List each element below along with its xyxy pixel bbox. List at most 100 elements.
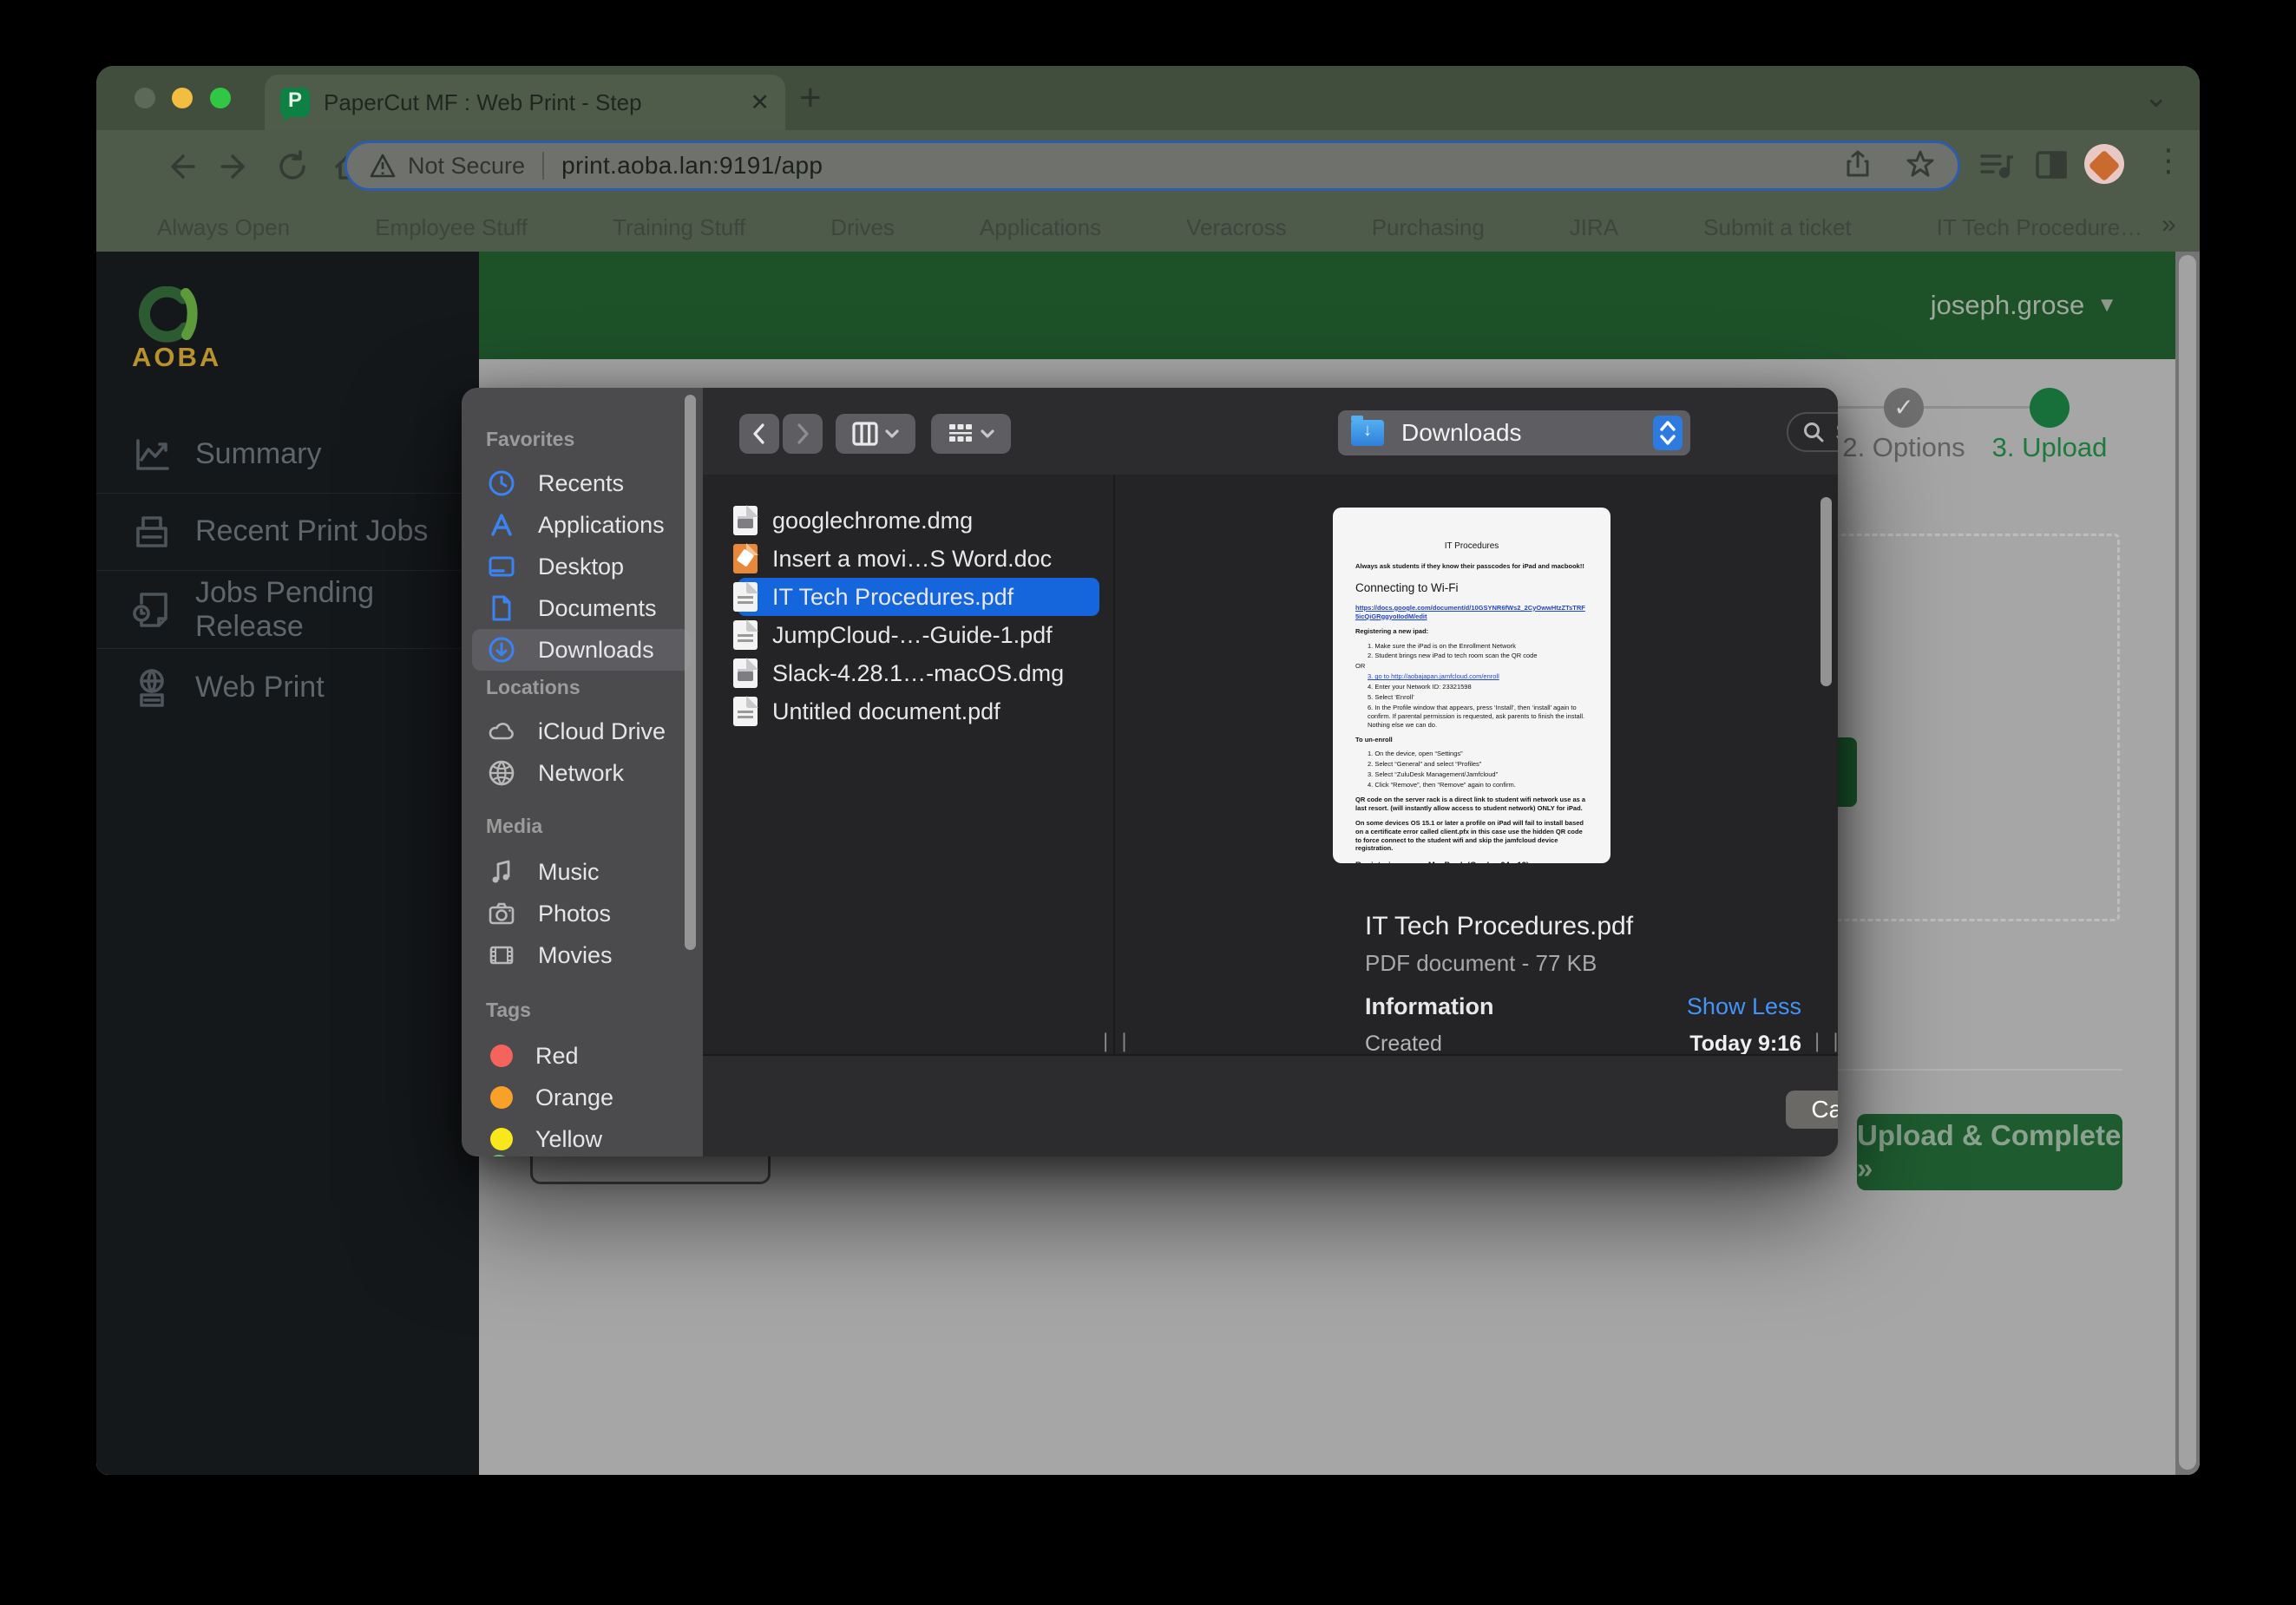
browser-menu-icon[interactable]: ⋮ (2153, 142, 2184, 179)
back-button[interactable] (162, 149, 197, 184)
pdf-line: 1. Make sure the iPad is on the Enrollme… (1368, 642, 1588, 651)
not-secure-label[interactable]: Not Secure (408, 153, 525, 180)
sidebar-item-applications[interactable]: Applications (472, 504, 691, 546)
location-label: Downloads (1401, 419, 1522, 447)
sidebar-item-tag-yellow[interactable]: Yellow (472, 1118, 691, 1156)
dialog-sidebar-scrollbar[interactable] (685, 395, 696, 950)
orange-tag-icon (490, 1086, 513, 1109)
file-row[interactable]: Slack-4.28.1…-macOS.dmg (703, 654, 1113, 692)
reload-button[interactable] (275, 149, 310, 184)
location-stepper-icon[interactable] (1653, 416, 1683, 450)
tab-search-chevron-icon[interactable]: ⌄ (2144, 80, 2169, 115)
browser-tab[interactable]: PaperCut MF : Web Print - Step ✕ (265, 75, 785, 130)
dialog-forward-button[interactable] (783, 414, 823, 454)
downloads-folder-icon (1351, 420, 1384, 446)
profile-avatar[interactable] (2084, 144, 2124, 184)
locations-header: Locations (486, 676, 677, 699)
search-icon (1802, 421, 1825, 443)
bookmark-label: Purchasing (1372, 214, 1485, 241)
traffic-close-button[interactable] (134, 88, 155, 108)
cancel-button[interactable]: Cancel (1786, 1091, 1838, 1129)
sidebar-item-tag-red[interactable]: Red (472, 1035, 691, 1077)
username-label: joseph.grose (1931, 290, 2085, 321)
location-dropdown[interactable]: Downloads (1338, 410, 1690, 455)
aoba-logo-icon (136, 286, 202, 349)
column-divider[interactable] (1113, 475, 1115, 1054)
sidebar-item-tag-orange[interactable]: Orange (472, 1077, 691, 1118)
sidebar-item-jobs-pending-release[interactable]: Jobs Pending Release (96, 571, 479, 649)
address-bar[interactable]: Not Secure print.aoba.lan:9191/app (344, 141, 1960, 191)
file-type-icon (733, 658, 758, 688)
dialog-back-button[interactable] (739, 414, 779, 454)
sidebar-item-documents[interactable]: Documents (472, 587, 691, 629)
pdf-line: Registering a new ipad: (1355, 627, 1588, 636)
dialog-columns: googlechrome.dmg Insert a movi…S Word.do… (703, 475, 1838, 1054)
preview-file-name: IT Tech Procedures.pdf (1365, 912, 1633, 941)
bookmark-icon (941, 217, 968, 238)
file-row[interactable]: IT Tech Procedures.pdf (703, 578, 1113, 616)
url-text[interactable]: print.aoba.lan:9191/app (561, 152, 823, 180)
file-row[interactable]: Insert a movi…S Word.doc (703, 540, 1113, 578)
sidebar-item-movies[interactable]: Movies (472, 934, 691, 976)
sidebar-item-recent-print-jobs[interactable]: Recent Print Jobs (96, 493, 479, 571)
bookmark-item[interactable]: Submit a ticket (1665, 214, 1852, 241)
sidebar-item-summary[interactable]: Summary (96, 416, 479, 494)
file-type-icon (733, 620, 758, 650)
show-less-link[interactable]: Show Less (1687, 993, 1801, 1020)
bookmark-item[interactable]: IT Tech Procedure… (1899, 214, 2143, 241)
group-by-button[interactable] (931, 414, 1011, 454)
column-view-button[interactable] (836, 414, 915, 454)
sidebar-item-desktop[interactable]: Desktop (472, 546, 691, 587)
bookmarks-overflow-icon[interactable]: » (2162, 210, 2176, 239)
column-resize-grip-2[interactable]: ❘❘ (1809, 1030, 1838, 1052)
bookmark-item[interactable]: Applications (941, 214, 1101, 241)
bookmark-item[interactable]: Purchasing (1334, 214, 1485, 241)
page-scrollbar-thumb[interactable] (2179, 255, 2196, 1470)
papercut-sidebar: AOBA Summary Recent Print Jobs Jobs Pend… (96, 252, 479, 1475)
pdf-thumbnail[interactable]: IT ProceduresAlways ask students if they… (1333, 508, 1610, 863)
search-placeholder: Search (1835, 419, 1838, 446)
new-tab-button[interactable]: + (799, 76, 822, 120)
traffic-minimize-button[interactable] (172, 88, 193, 108)
sidebar-item-icloud[interactable]: iCloud Drive (472, 711, 691, 752)
tab-close-icon[interactable]: ✕ (750, 89, 770, 116)
bookmark-item[interactable]: Drives (792, 214, 895, 241)
red-tag-icon (490, 1045, 513, 1067)
sidebar-item-music[interactable]: Music (472, 851, 691, 893)
side-panel-icon[interactable] (2032, 146, 2070, 188)
bookmark-icon (792, 217, 818, 238)
preview-information-label: Information (1365, 993, 1494, 1020)
sidebar-item-network[interactable]: Network (472, 752, 691, 794)
pdf-line: On some devices OS 15.1 or later a profi… (1355, 819, 1588, 854)
bookmark-item[interactable]: Always Open (119, 214, 290, 241)
file-row[interactable]: Untitled document.pdf (703, 692, 1113, 730)
pdf-line: Always ask students if they know their p… (1355, 562, 1588, 571)
traffic-lights[interactable] (134, 88, 244, 113)
sidebar-item-recents[interactable]: Recents (472, 462, 691, 504)
pdf-line: QR code on the server rack is a direct l… (1355, 796, 1588, 813)
share-icon[interactable] (1843, 149, 1873, 183)
column-resize-grip[interactable]: ❘❘ (1098, 1030, 1135, 1052)
bookmark-star-icon[interactable] (1906, 149, 1935, 183)
sidebar-item-downloads[interactable]: Downloads (472, 629, 691, 671)
file-type-icon (733, 582, 758, 612)
media-controls-icon[interactable] (1978, 146, 2016, 188)
upload-complete-button[interactable]: Upload & Complete » (1857, 1114, 2122, 1190)
user-menu[interactable]: joseph.grose ▼ (1931, 290, 2117, 321)
user-chevron-icon: ▼ (2096, 293, 2117, 318)
sidebar-item-photos[interactable]: Photos (472, 893, 691, 934)
preview-scrollbar-thumb[interactable] (1820, 497, 1832, 686)
printer-jobs-icon (131, 511, 173, 553)
bookmark-item[interactable]: JIRA (1532, 214, 1618, 241)
bookmark-item[interactable]: Employee Stuff (337, 214, 528, 241)
file-row[interactable]: JumpCloud-…-Guide-1.pdf (703, 616, 1113, 654)
forward-button[interactable] (219, 149, 253, 184)
file-row[interactable]: googlechrome.dmg (703, 501, 1113, 540)
bookmark-item[interactable]: Veracross (1148, 214, 1287, 241)
bookmark-item[interactable]: Training Stuff (574, 214, 745, 241)
pdf-line: 2. Select “General” and select “Profiles… (1368, 760, 1588, 769)
dialog-search-field[interactable]: Search (1787, 412, 1838, 452)
sidebar-item-web-print[interactable]: Web Print (96, 649, 479, 726)
file-type-icon (733, 697, 758, 726)
traffic-zoom-button[interactable] (210, 88, 231, 108)
